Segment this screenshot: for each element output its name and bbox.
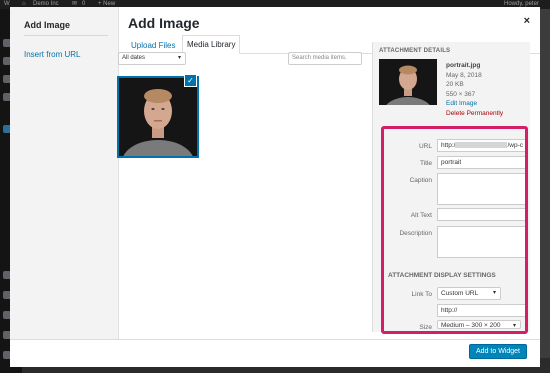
details-portrait-image	[379, 59, 437, 105]
chevron-down-icon: ▾	[177, 55, 181, 61]
details-thumbnail	[379, 59, 437, 105]
attachment-thumbnail[interactable]	[117, 76, 199, 158]
date-filter-value: All dates	[122, 55, 146, 61]
menu-separator	[24, 35, 108, 36]
modal-title: Add Image	[128, 15, 200, 31]
tab-upload-files[interactable]: Upload Files	[127, 39, 179, 53]
edit-image-link[interactable]: Edit Image	[446, 99, 503, 109]
media-frame-menu: Add Image Insert from URL	[10, 7, 119, 367]
close-icon[interactable]: ×	[524, 15, 530, 27]
add-to-widget-button[interactable]: Add to Widget	[469, 344, 527, 359]
attachment-details-heading: ATTACHMENT DETAILS	[379, 48, 451, 54]
wordpress-logo-icon[interactable]: W	[4, 0, 10, 8]
attachment-filename: portrait.jpg	[446, 62, 481, 69]
delete-permanently-link[interactable]: Delete Permanently	[446, 109, 503, 119]
highlight-box	[381, 126, 528, 334]
insert-from-url-link[interactable]: Insert from URL	[24, 50, 80, 59]
media-toolbar-footer	[10, 339, 540, 367]
search-placeholder: Search media items.	[292, 55, 347, 61]
attachment-date: May 8, 2018	[446, 71, 482, 79]
menu-title-add-image[interactable]: Add Image	[24, 20, 70, 30]
date-filter-select[interactable]: All dates ▾	[118, 52, 186, 65]
search-input[interactable]: Search media items.	[288, 52, 362, 65]
attachment-info: portrait.jpg May 8, 2018 20 KB 550 × 367…	[446, 61, 503, 118]
attachment-dimensions: 550 × 367	[446, 90, 476, 98]
tab-media-library[interactable]: Media Library	[182, 35, 241, 54]
check-icon[interactable]: ✓	[184, 74, 197, 87]
portrait-image	[119, 78, 197, 156]
attachment-filesize: 20 KB	[446, 81, 464, 88]
